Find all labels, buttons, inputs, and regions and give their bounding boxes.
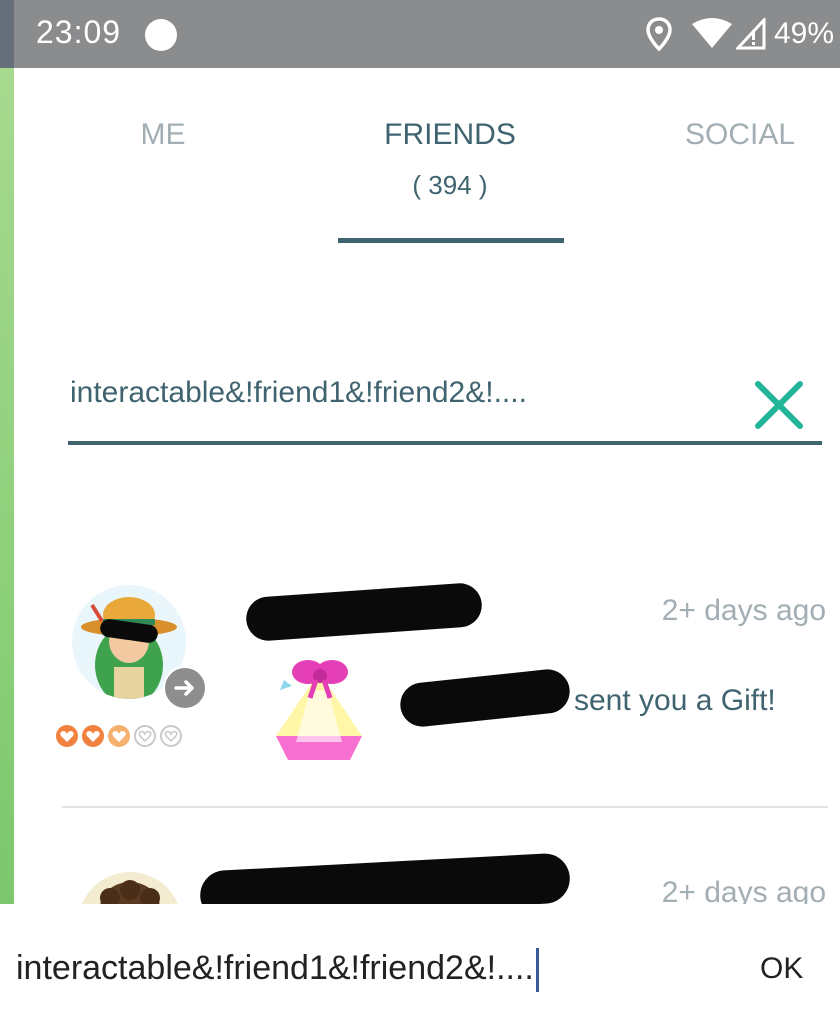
ok-button[interactable]: OK	[760, 952, 803, 986]
location-icon	[646, 17, 672, 51]
signal-icon	[735, 18, 766, 50]
active-tab-indicator	[338, 238, 564, 243]
search-underline	[68, 441, 822, 445]
divider	[62, 806, 828, 808]
arrow-right-icon[interactable]	[163, 666, 207, 710]
tab-friends[interactable]: FRIENDS	[340, 118, 560, 152]
redacted-friend-name	[244, 581, 484, 643]
search-input[interactable]: interactable&!friend1&!friend2&!....	[70, 376, 527, 410]
status-bar: 23:09 49%	[14, 0, 840, 68]
status-icons: 49%	[646, 10, 834, 58]
friends-count: ( 394 )	[412, 170, 488, 200]
keyboard-input-field[interactable]: interactable&!friend1&!friend2&!....	[16, 948, 539, 992]
clear-search-icon[interactable]	[750, 380, 808, 430]
heart-icon	[160, 725, 182, 747]
left-edge-strip	[0, 0, 14, 1024]
tab-me[interactable]: ME	[120, 118, 206, 152]
heart-icon	[82, 725, 104, 747]
keyboard-input-text: interactable&!friend1&!friend2&!....	[16, 948, 534, 987]
heart-icon	[108, 725, 130, 747]
keyboard-input-bar: interactable&!friend1&!friend2&!.... OK	[0, 904, 840, 1024]
heart-icon	[56, 725, 78, 747]
wifi-icon	[691, 18, 732, 50]
heart-icon	[134, 725, 156, 747]
tab-social[interactable]: SOCIAL	[670, 118, 810, 152]
friendship-level-hearts	[55, 724, 183, 748]
gift-icon	[270, 650, 368, 768]
text-cursor	[535, 948, 539, 992]
battery-percent: 49%	[773, 17, 834, 50]
redacted-sender-name	[398, 667, 572, 729]
notification-dot-icon	[145, 19, 177, 51]
status-time: 23:09	[36, 14, 122, 50]
gift-message: sent you a Gift!	[574, 684, 776, 717]
timestamp: 2+ days ago	[661, 594, 826, 627]
